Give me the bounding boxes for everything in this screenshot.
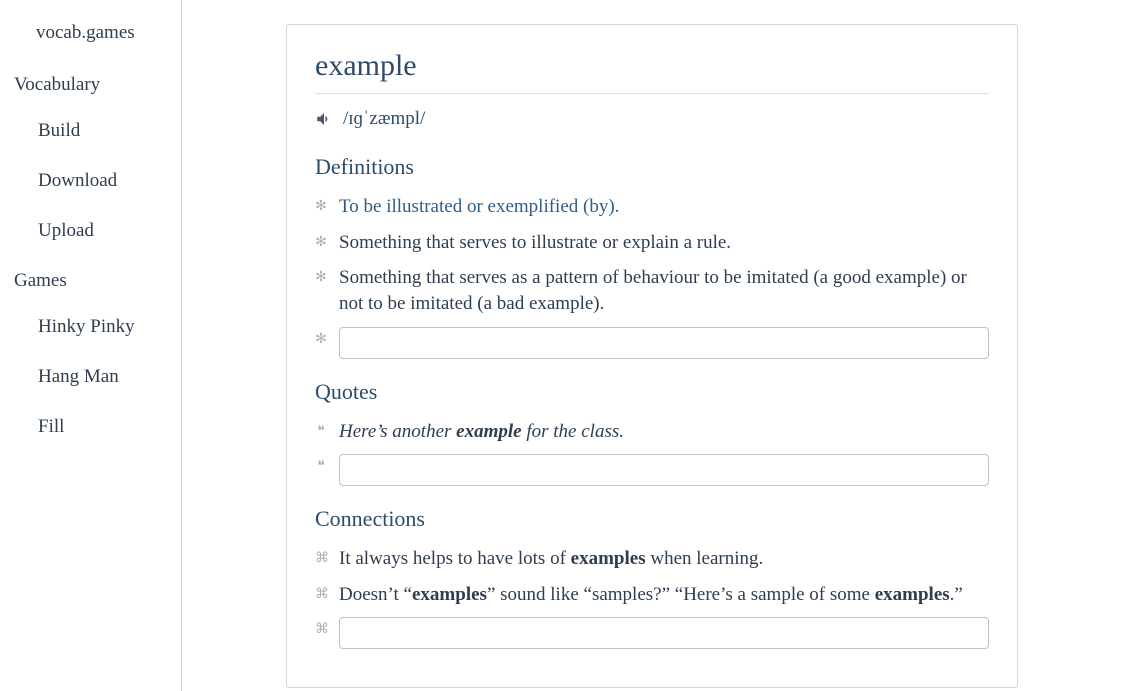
sidebar-item-hinky-pinky[interactable]: Hinky Pinky xyxy=(0,316,181,338)
definition-text: Something that serves to illustrate or e… xyxy=(339,230,989,256)
main-content: example /ɪɡˈzæmpl/ Definitions ✻ To be i… xyxy=(182,0,1121,691)
pronunciation-text: /ɪɡˈzæmpl/ xyxy=(343,108,425,130)
sidebar-heading-vocabulary: Vocabulary xyxy=(0,74,181,96)
connection-item: ⌘ Doesn’t “examples” sound like “samples… xyxy=(315,582,989,608)
definitions-heading: Definitions xyxy=(315,154,989,180)
asterisk-icon: ✻ xyxy=(315,265,327,286)
quote-item: ❝ Here’s another example for the class. xyxy=(315,419,989,445)
word-card: example /ɪɡˈzæmpl/ Definitions ✻ To be i… xyxy=(286,24,1018,688)
asterisk-icon: ✻ xyxy=(315,194,327,215)
command-icon: ⌘ xyxy=(315,546,327,567)
definition-text[interactable]: To be illustrated or exemplified (by). xyxy=(339,194,989,220)
sidebar-item-build[interactable]: Build xyxy=(0,120,181,142)
quote-input-row: ❝ xyxy=(315,454,989,486)
quote-icon: ❝ xyxy=(315,419,327,440)
word-title: example xyxy=(315,49,989,94)
command-icon: ⌘ xyxy=(315,617,327,638)
sidebar-item-hang-man[interactable]: Hang Man xyxy=(0,366,181,388)
definition-item: ✻ Something that serves to illustrate or… xyxy=(315,230,989,256)
sidebar-item-upload[interactable]: Upload xyxy=(0,220,181,242)
asterisk-icon: ✻ xyxy=(315,327,327,348)
connection-text: It always helps to have lots of examples… xyxy=(339,546,989,572)
sidebar-heading-games: Games xyxy=(0,270,181,292)
definition-item: ✻ Something that serves as a pattern of … xyxy=(315,265,989,316)
connection-item: ⌘ It always helps to have lots of exampl… xyxy=(315,546,989,572)
sidebar-item-download[interactable]: Download xyxy=(0,170,181,192)
audio-icon[interactable] xyxy=(315,110,333,128)
definition-input-row: ✻ xyxy=(315,327,989,359)
connection-input-row: ⌘ xyxy=(315,617,989,649)
asterisk-icon: ✻ xyxy=(315,230,327,251)
sidebar: vocab.games Vocabulary Build Download Up… xyxy=(0,0,182,691)
definition-input[interactable] xyxy=(339,327,989,359)
quote-text: Here’s another example for the class. xyxy=(339,419,989,445)
quote-input[interactable] xyxy=(339,454,989,486)
pronunciation-row: /ɪɡˈzæmpl/ xyxy=(315,108,989,130)
quote-icon: ❝ xyxy=(315,454,327,475)
connection-input[interactable] xyxy=(339,617,989,649)
connection-text: Doesn’t “examples” sound like “samples?”… xyxy=(339,582,989,608)
command-icon: ⌘ xyxy=(315,582,327,603)
brand-title[interactable]: vocab.games xyxy=(0,22,181,44)
connections-heading: Connections xyxy=(315,506,989,532)
definition-item: ✻ To be illustrated or exemplified (by). xyxy=(315,194,989,220)
definition-text: Something that serves as a pattern of be… xyxy=(339,265,989,316)
sidebar-item-fill[interactable]: Fill xyxy=(0,416,181,438)
quotes-heading: Quotes xyxy=(315,379,989,405)
